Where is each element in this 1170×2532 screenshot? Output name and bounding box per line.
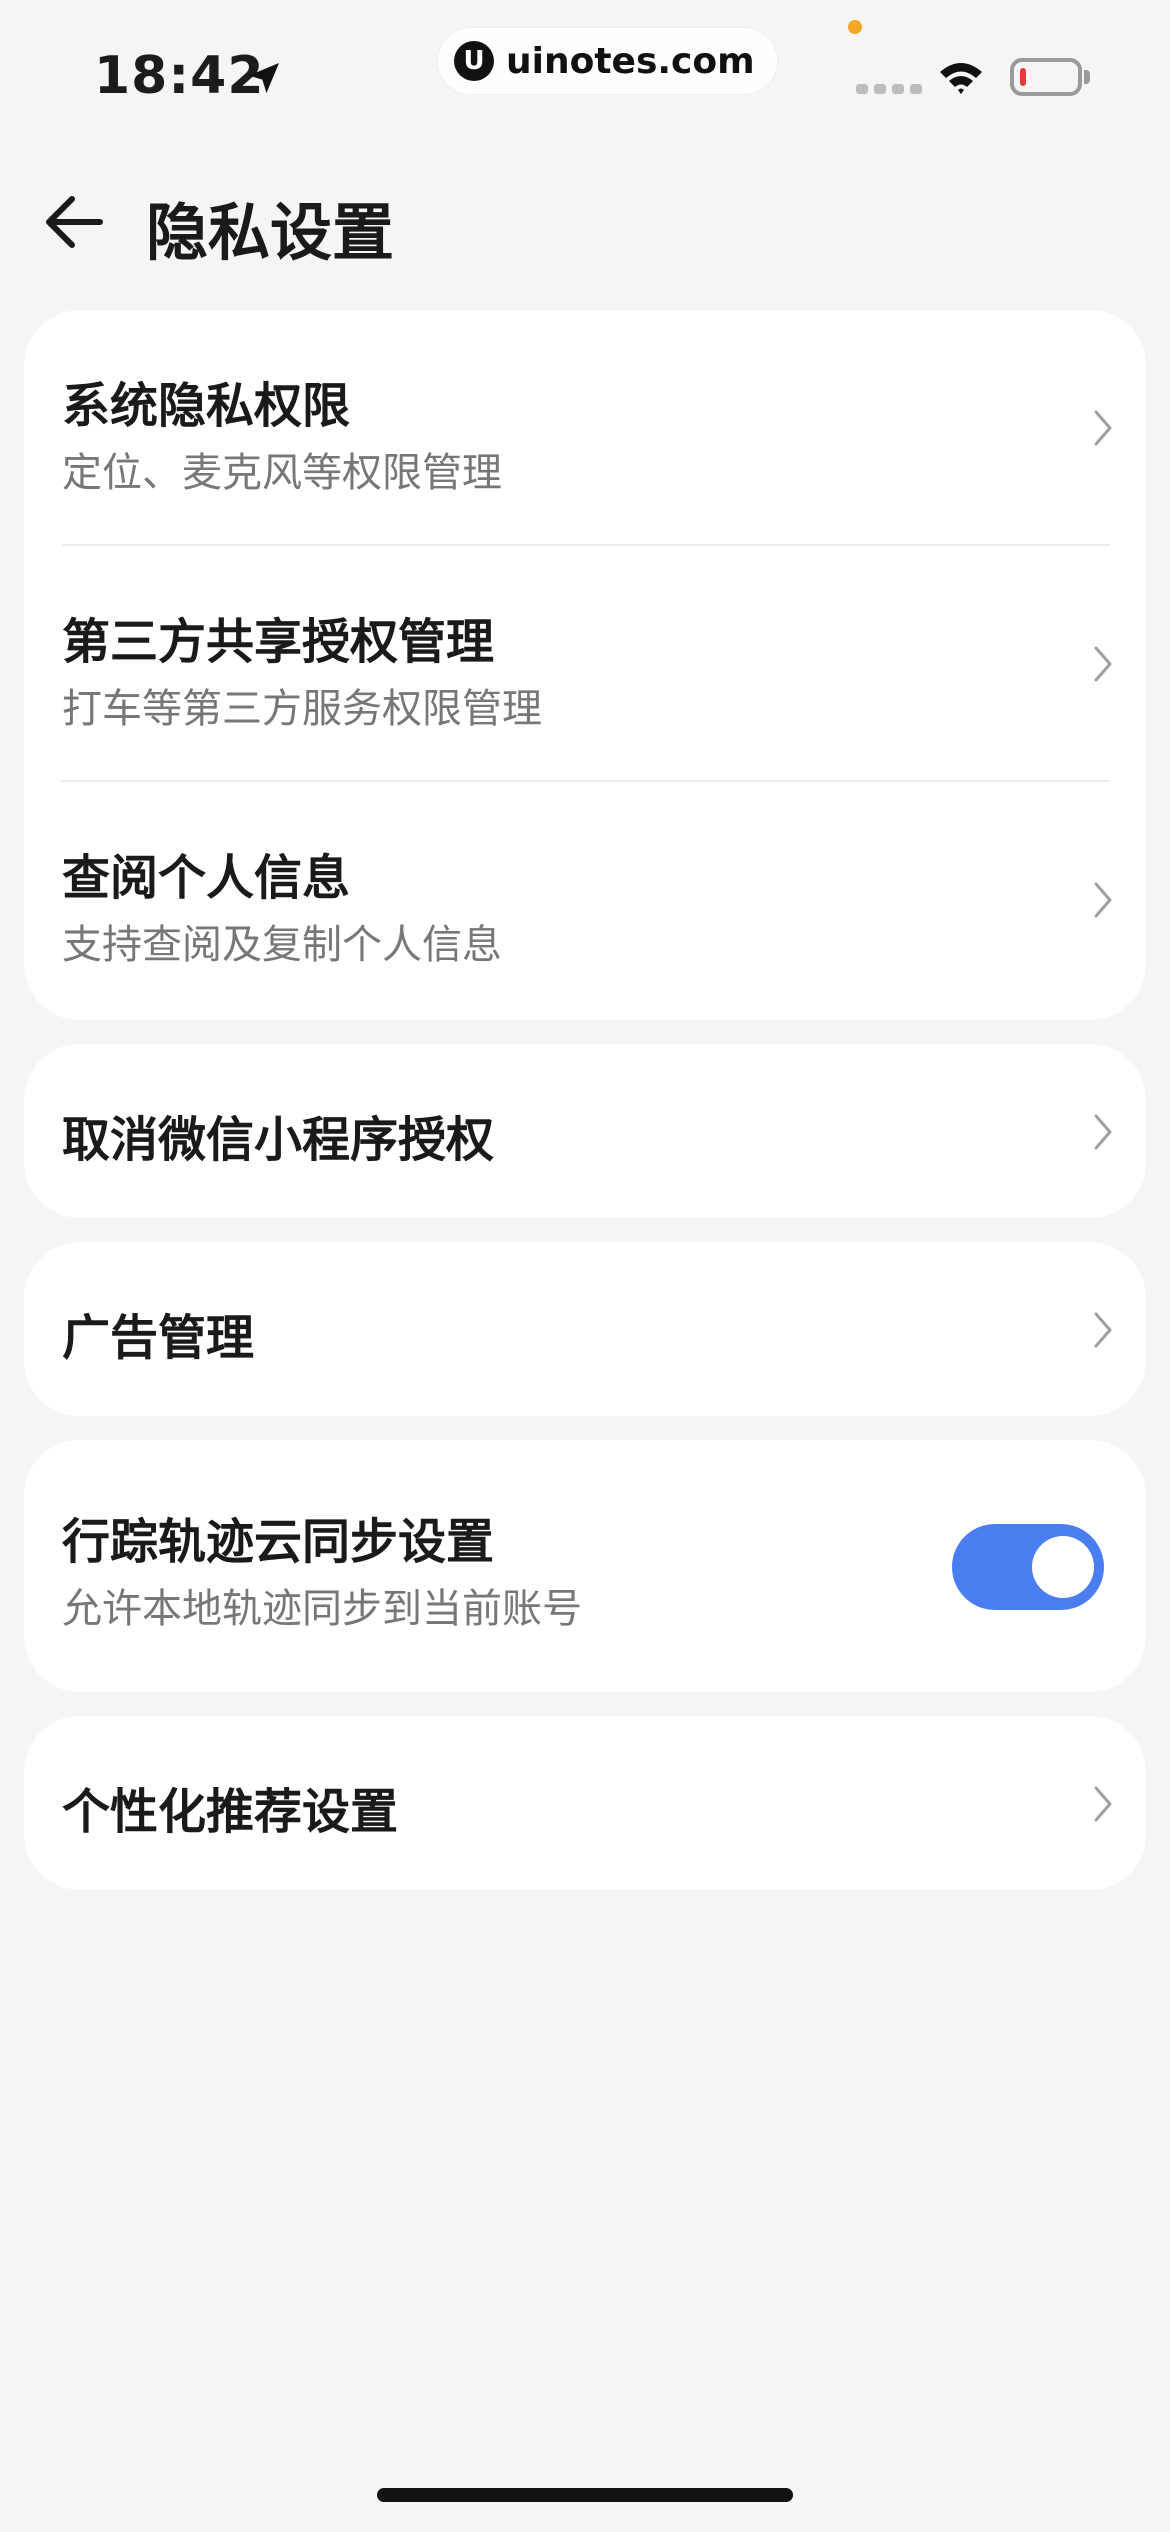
battery-icon <box>1010 58 1082 96</box>
chevron-right-icon <box>1094 410 1112 446</box>
back-arrow-icon[interactable] <box>36 184 112 260</box>
wifi-icon <box>940 63 982 94</box>
watermark: U uinotes.com <box>438 28 777 94</box>
chevron-right-icon <box>1094 1786 1112 1822</box>
list-item-subtitle: 打车等第三方服务权限管理 <box>62 686 542 732</box>
list-item-track-cloud-sync: 行踪轨迹云同步设置 允许本地轨迹同步到当前账号 <box>24 1440 1146 1692</box>
track-sync-toggle[interactable] <box>952 1524 1104 1610</box>
list-item-subtitle: 定位、麦克风等权限管理 <box>62 450 502 496</box>
chevron-right-icon <box>1094 646 1112 682</box>
list-item-subtitle: 允许本地轨迹同步到当前账号 <box>62 1586 582 1632</box>
list-item-system-privacy[interactable]: 系统隐私权限 定位、麦克风等权限管理 <box>24 310 1146 546</box>
list-item-ad-management[interactable]: 广告管理 <box>24 1242 1146 1416</box>
chevron-right-icon <box>1094 1312 1112 1348</box>
status-bar: 18:42 U uinotes.com <box>0 0 1170 140</box>
chevron-right-icon <box>1094 1114 1112 1150</box>
list-item-title: 行踪轨迹云同步设置 <box>62 1514 495 1570</box>
home-indicator[interactable] <box>377 2488 793 2502</box>
list-item-third-party-sharing[interactable]: 第三方共享授权管理 打车等第三方服务权限管理 <box>24 546 1146 782</box>
watermark-logo: U <box>454 41 494 81</box>
list-item-title: 查阅个人信息 <box>62 850 351 906</box>
list-item-view-personal-info[interactable]: 查阅个人信息 支持查阅及复制个人信息 <box>24 782 1146 1020</box>
list-item-cancel-wechat-auth[interactable]: 取消微信小程序授权 <box>24 1044 1146 1218</box>
battery-cap <box>1084 70 1090 84</box>
list-item-personalized-recommendation[interactable]: 个性化推荐设置 <box>24 1716 1146 1890</box>
location-arrow-icon <box>249 63 279 93</box>
list-item-title: 第三方共享授权管理 <box>62 614 495 670</box>
privacy-dot-indicator <box>848 20 862 34</box>
list-item-title: 取消微信小程序授权 <box>62 1112 495 1168</box>
page-header: 隐私设置 <box>0 160 1170 280</box>
page-title: 隐私设置 <box>146 196 395 269</box>
privacy-group-card: 系统隐私权限 定位、麦克风等权限管理 第三方共享授权管理 打车等第三方服务权限管… <box>24 310 1146 1020</box>
toggle-knob <box>1032 1536 1094 1598</box>
watermark-text: uinotes.com <box>506 40 755 82</box>
signal-icon <box>856 84 922 94</box>
battery-level <box>1020 68 1026 86</box>
chevron-right-icon <box>1094 882 1112 918</box>
list-item-subtitle: 支持查阅及复制个人信息 <box>62 922 502 968</box>
list-item-title: 系统隐私权限 <box>62 378 351 434</box>
list-item-title: 广告管理 <box>62 1310 255 1366</box>
list-item-title: 个性化推荐设置 <box>62 1784 399 1840</box>
status-time: 18:42 <box>94 46 265 106</box>
